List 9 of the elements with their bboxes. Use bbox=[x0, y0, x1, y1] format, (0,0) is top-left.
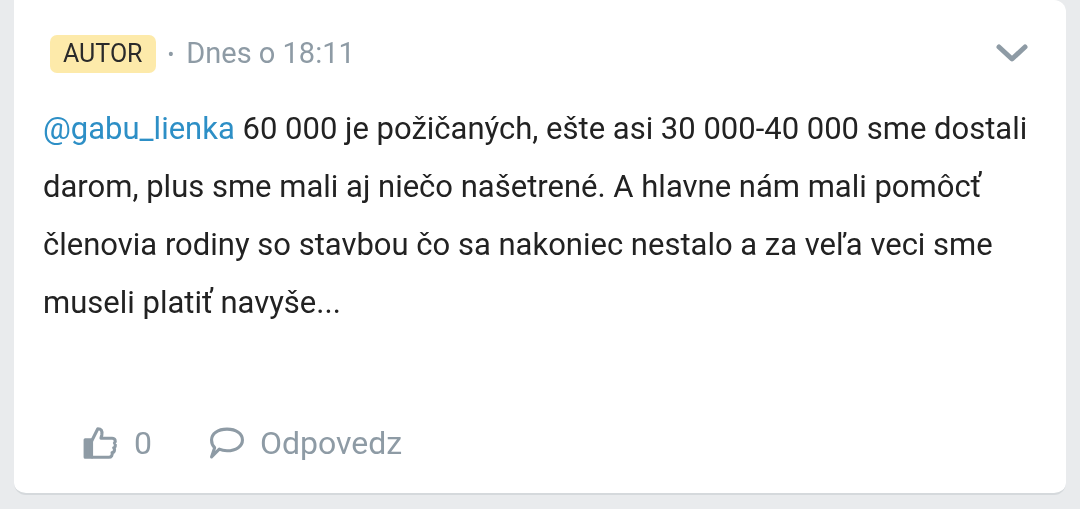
thumbs-up-icon bbox=[82, 424, 120, 462]
comment-text: @gabu_lienka 60 000 je požičaných, ešte asi 30 000-40 000 sme dostali darom, plus sme mali aj niečo našetrené. A hlavne nám mali pomôcť členovia rodiny so stavbou čo sa nakoniec nestalo a za veľa veci sme museli platiť navyše... bbox=[42, 108, 1029, 323]
author-badge: AUTOR bbox=[50, 34, 156, 73]
user-mention-link[interactable]: @gabu_lienka bbox=[43, 109, 235, 147]
reply-button[interactable]: Odpovedz bbox=[208, 419, 403, 467]
like-button[interactable]: 0 bbox=[82, 419, 152, 467]
comment-time: Dnes o 18:11 bbox=[186, 35, 355, 72]
separator: • bbox=[167, 40, 175, 68]
speech-bubble-icon bbox=[208, 426, 246, 460]
